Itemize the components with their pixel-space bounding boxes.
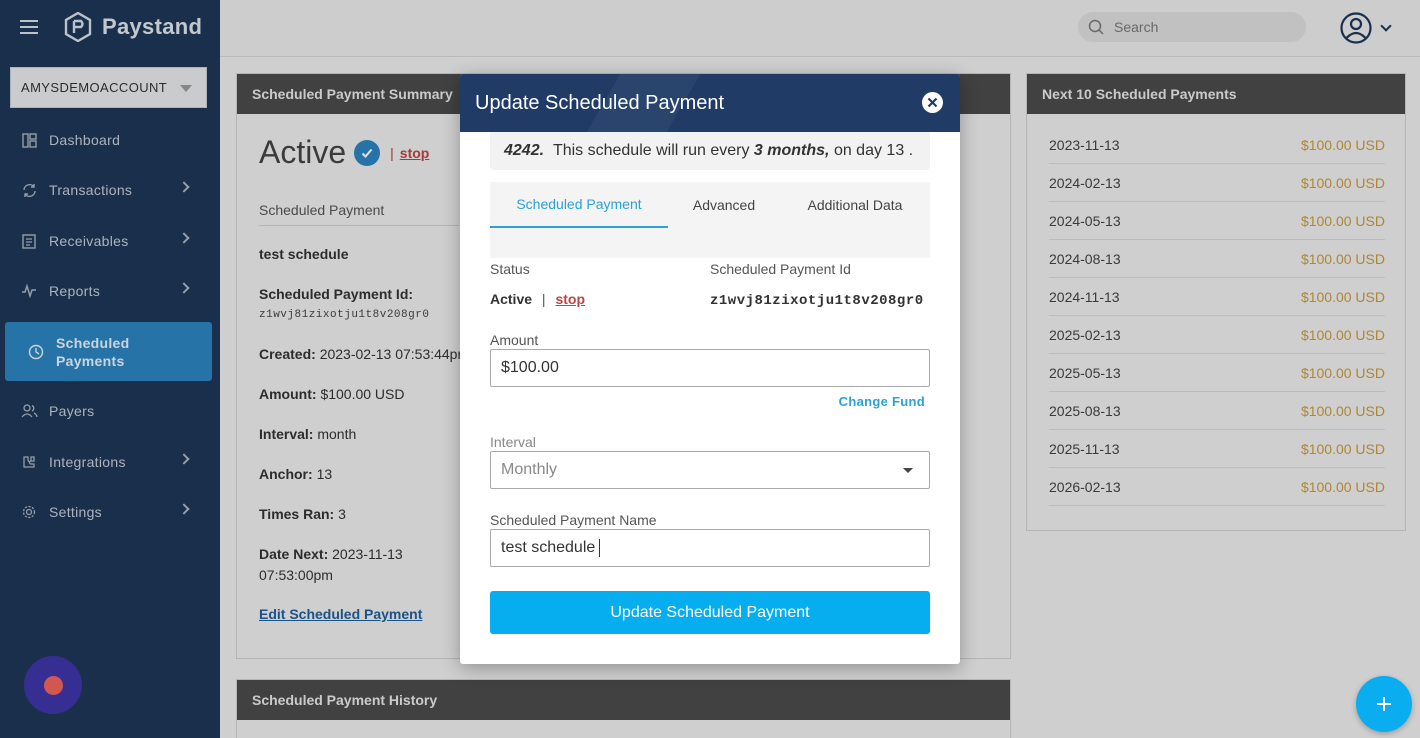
close-icon [927,97,938,108]
status-value-row: Active | stop [490,291,585,307]
tab-additional-data[interactable]: Additional Data [790,182,920,228]
info-interval: 3 months, [753,142,830,159]
amount-label: Amount [490,332,539,348]
add-button[interactable] [1356,676,1412,732]
payment-name-input[interactable]: test schedule [490,529,930,567]
schedule-info-box: 4242. This schedule will run every 3 mon… [490,132,930,170]
payment-name-value: test schedule [501,539,596,556]
status-label: Status [490,261,530,277]
modal-tabs: Scheduled Payment Advanced Additional Da… [490,182,930,258]
plus-icon [1377,697,1391,711]
amount-input[interactable]: $100.00 [490,349,930,387]
modal-title: Update Scheduled Payment [475,91,725,114]
payment-name-label: Scheduled Payment Name [490,512,657,528]
tab-advanced[interactable]: Advanced [668,182,780,228]
close-button[interactable] [922,92,943,113]
payment-id-value: z1wvj81zixotju1t8v208gr0 [710,293,924,309]
text-cursor [599,539,601,557]
interval-label: Interval [490,434,536,450]
interval-value: Monthly [501,461,558,478]
update-scheduled-payment-button[interactable]: Update Scheduled Payment [490,591,930,634]
info-text: This schedule will run every [552,142,750,159]
payment-id-label: Scheduled Payment Id [710,261,851,277]
status-value: Active [490,291,533,307]
tab-scheduled-payment[interactable]: Scheduled Payment [490,182,668,228]
change-fund-link[interactable]: Change Fund [839,394,925,409]
info-lead: 4242. [504,142,545,159]
interval-select[interactable]: Monthly [490,451,930,489]
amount-value: $100.00 [501,359,559,376]
dropdown-arrow-icon [903,468,913,473]
stop-link[interactable]: stop [555,291,585,307]
info-tail: on day 13 . [833,142,914,159]
modal-header: Update Scheduled Payment [460,74,960,132]
status-separator: | [541,291,546,307]
update-scheduled-payment-modal: Update Scheduled Payment 4242. This sche… [460,74,960,664]
